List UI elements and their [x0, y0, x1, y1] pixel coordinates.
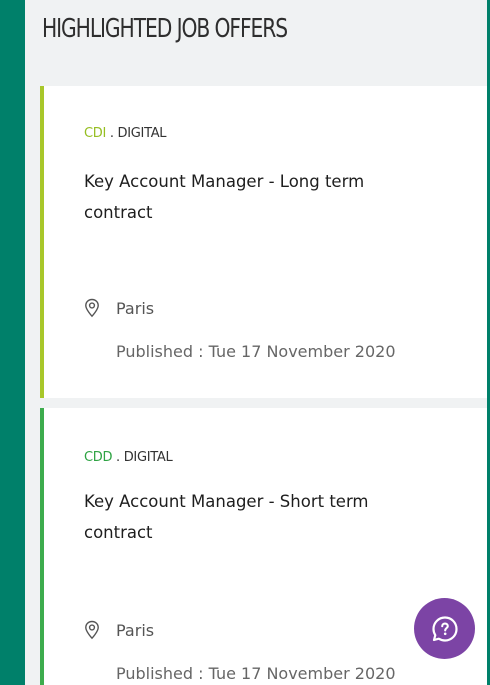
offer-location: Paris — [84, 620, 154, 640]
offer-category: . DIGITAL — [112, 450, 173, 465]
section-title: HIGHLIGHTED JOB OFFERS — [42, 14, 288, 44]
offer-title[interactable]: Key Account Manager - Long term contract — [84, 166, 424, 228]
location-pin-icon — [84, 620, 100, 640]
offer-meta: CDD . DIGITAL — [84, 450, 173, 465]
help-chat-icon — [431, 615, 459, 643]
offer-category: . DIGITAL — [106, 126, 167, 141]
contract-type: CDI — [84, 126, 107, 141]
published-date: Published : Tue 17 November 2020 — [116, 342, 396, 361]
help-chat-button[interactable] — [414, 598, 475, 659]
published-date: Published : Tue 17 November 2020 — [116, 664, 396, 683]
highlighted-offers-panel: HIGHLIGHTED JOB OFFERS CDI . DIGITAL Key… — [25, 0, 487, 685]
contract-type: CDD — [84, 450, 113, 465]
offer-location: Paris — [84, 298, 154, 318]
location-label: Paris — [116, 298, 155, 318]
location-pin-icon — [84, 298, 100, 318]
offer-title[interactable]: Key Account Manager - Short term contrac… — [84, 486, 424, 548]
location-label: Paris — [116, 620, 155, 640]
page-background-left — [0, 0, 25, 685]
offer-meta: CDI . DIGITAL — [84, 126, 167, 141]
job-offer-card[interactable]: CDI . DIGITAL Key Account Manager - Long… — [40, 86, 487, 398]
